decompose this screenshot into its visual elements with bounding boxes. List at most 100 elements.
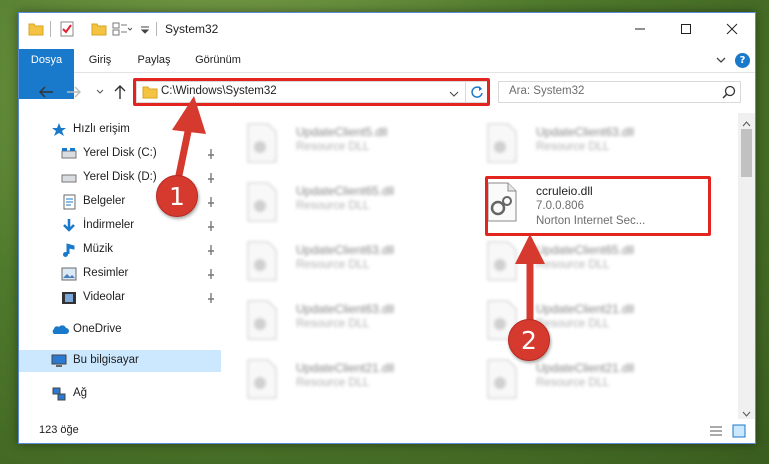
callout-arrow-1 <box>172 96 206 184</box>
star-icon <box>51 122 67 138</box>
file-item[interactable]: UpdateClient65.dll Resource DLL <box>462 237 698 287</box>
sidebar-item-label: Belgeler <box>83 195 126 207</box>
sidebar-item-label: Videolar <box>83 291 125 303</box>
navigation-bar: C:\Windows\System32 Ara: System32 <box>19 75 755 109</box>
sidebar-item-pictures[interactable]: Resimler <box>19 263 221 285</box>
pin-icon[interactable] <box>206 292 216 307</box>
tab-share[interactable]: Paylaş <box>129 49 179 72</box>
vertical-scrollbar[interactable] <box>738 113 755 419</box>
sidebar-item-label: İndirmeler <box>83 219 135 231</box>
drive-icon <box>61 146 77 162</box>
sidebar-item-label: Bu bilgisayar <box>73 354 139 366</box>
customize-toolbar-icon[interactable] <box>140 21 150 37</box>
callout-arrow-2 <box>515 234 545 324</box>
dll-file-icon <box>484 359 520 399</box>
file-item[interactable]: UpdateClient21.dll Resource DLL <box>462 355 698 405</box>
sidebar-item-downloads[interactable]: İndirmeler <box>19 215 221 237</box>
file-name: UpdateClient21.dll <box>296 361 395 375</box>
music-icon <box>61 242 77 258</box>
file-name: UpdateClient65.dll <box>536 243 635 257</box>
onedrive-icon <box>51 322 69 338</box>
tab-home[interactable]: Giriş <box>81 49 119 72</box>
pin-icon[interactable] <box>206 196 216 211</box>
large-icons-view-icon[interactable] <box>732 424 746 441</box>
file-type: Resource DLL <box>536 377 610 389</box>
title-bar: System32 <box>19 13 755 45</box>
sidebar-item-label: Müzik <box>83 243 114 255</box>
dll-file-icon <box>244 300 280 340</box>
step-badge-2: 2 <box>508 319 550 361</box>
sidebar-item-label: Ağ <box>73 387 88 399</box>
view-options-icon[interactable] <box>112 21 133 37</box>
explorer-window: System32 Dosya Giriş Paylaş Görünüm ? C:… <box>18 12 756 444</box>
ribbon-tabs: Dosya Giriş Paylaş Görünüm ? <box>19 49 755 99</box>
file-name: UpdateClient63.dll <box>296 243 395 257</box>
file-item[interactable]: UpdateClient63.dll Resource DLL <box>222 296 458 346</box>
sidebar-item-this-pc[interactable]: Bu bilgisayar <box>19 350 221 372</box>
maximize-button[interactable] <box>663 13 709 45</box>
file-item[interactable]: UpdateClient63.dll Resource DLL <box>222 237 458 287</box>
file-type: Resource DLL <box>296 259 370 271</box>
sidebar-item-label: Yerel Disk (D:) <box>83 171 157 183</box>
file-name: UpdateClient21.dll <box>536 361 635 375</box>
forward-arrow-icon <box>67 86 81 98</box>
dll-file-icon <box>244 359 280 399</box>
sidebar-item-music[interactable]: Müzik <box>19 239 221 261</box>
file-item[interactable]: UpdateClient65.dll Resource DLL <box>222 178 458 228</box>
file-name: UpdateClient65.dll <box>296 184 395 198</box>
expand-ribbon-icon[interactable] <box>715 55 727 68</box>
status-bar: 123 öğe <box>19 419 755 443</box>
tab-view[interactable]: Görünüm <box>189 49 247 72</box>
file-item[interactable]: UpdateClient63.dll Resource DLL <box>462 119 698 169</box>
pin-icon[interactable] <box>206 268 216 283</box>
file-type: Resource DLL <box>296 318 370 330</box>
minimize-icon <box>635 28 645 30</box>
download-icon <box>61 218 77 234</box>
close-icon <box>726 23 738 35</box>
sidebar-item-network[interactable]: Ağ <box>19 383 221 405</box>
file-item[interactable]: UpdateClient21.dll Resource DLL <box>222 355 458 405</box>
search-input[interactable]: Ara: System32 <box>509 85 584 97</box>
file-name: UpdateClient63.dll <box>536 125 635 139</box>
sidebar-item-videos[interactable]: Videolar <box>19 287 221 309</box>
file-item[interactable]: UpdateClient5.dll Resource DLL <box>222 119 458 169</box>
dll-file-icon <box>244 123 280 163</box>
network-icon <box>51 386 67 402</box>
title-divider <box>156 22 157 36</box>
drive-icon <box>61 170 77 186</box>
search-icon[interactable] <box>722 85 736 102</box>
minimize-button[interactable] <box>617 13 663 45</box>
maximize-icon <box>681 24 691 34</box>
properties-icon[interactable] <box>59 21 75 37</box>
pin-icon[interactable] <box>206 220 216 235</box>
file-item[interactable]: UpdateClient21.dll Resource DLL <box>462 296 698 346</box>
forward-button[interactable] <box>65 83 83 101</box>
recent-locations-button[interactable] <box>91 83 109 101</box>
pictures-icon <box>61 266 77 282</box>
file-type: Resource DLL <box>296 377 370 389</box>
step-badge-1: 1 <box>156 175 198 217</box>
documents-icon <box>61 194 77 210</box>
scrollbar-thumb[interactable] <box>741 129 752 177</box>
help-icon[interactable]: ? <box>735 53 750 68</box>
folder-icon[interactable] <box>28 21 44 37</box>
computer-icon <box>51 353 67 369</box>
up-arrow-icon <box>114 85 126 99</box>
item-count: 123 öğe <box>39 424 79 436</box>
file-highlight-box <box>485 176 711 236</box>
new-folder-icon[interactable] <box>91 21 107 37</box>
dll-file-icon <box>484 123 520 163</box>
file-view: UpdateClient5.dll Resource DLL UpdateCli… <box>222 113 736 413</box>
file-name: UpdateClient63.dll <box>296 302 395 316</box>
sidebar-item-onedrive[interactable]: OneDrive <box>19 319 221 341</box>
close-button[interactable] <box>709 13 755 45</box>
videos-icon <box>61 290 77 306</box>
up-button[interactable] <box>111 83 129 101</box>
search-box[interactable]: Ara: System32 <box>498 81 741 103</box>
back-arrow-icon <box>39 86 53 98</box>
file-type: Resource DLL <box>296 200 370 212</box>
details-view-icon[interactable] <box>709 425 723 440</box>
back-button[interactable] <box>37 83 55 101</box>
pin-icon[interactable] <box>206 244 216 259</box>
toolbar-divider <box>50 21 51 37</box>
